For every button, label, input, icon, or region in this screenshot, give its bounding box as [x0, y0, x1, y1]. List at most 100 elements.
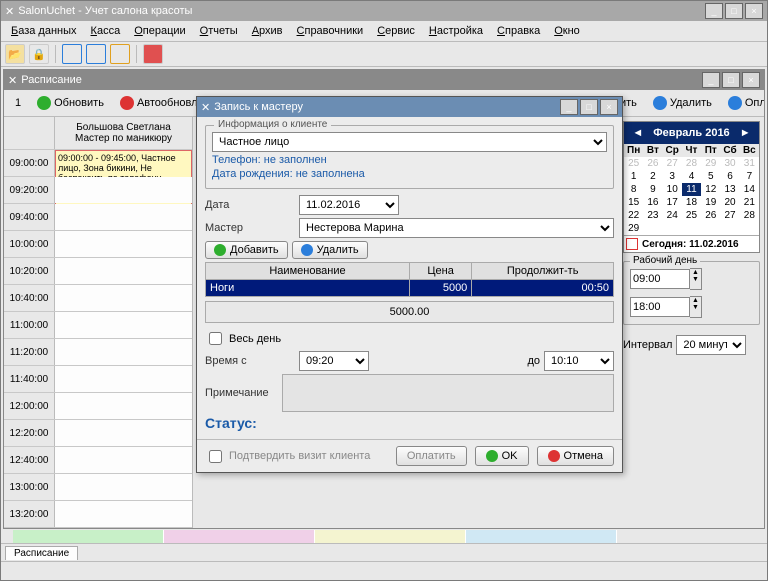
- schedule-cell[interactable]: [55, 204, 192, 230]
- menu-item[interactable]: База данных: [5, 23, 83, 39]
- cal-day[interactable]: 3: [663, 170, 682, 183]
- cal-day[interactable]: 27: [720, 209, 739, 222]
- cal-day[interactable]: 16: [643, 196, 662, 209]
- spin-up[interactable]: ▲: [690, 269, 701, 276]
- dlg-close[interactable]: ×: [600, 99, 618, 115]
- menu-item[interactable]: Окно: [548, 23, 586, 39]
- cal-prev[interactable]: ◄: [628, 127, 647, 139]
- sub-close[interactable]: ×: [742, 72, 760, 88]
- cal-day[interactable]: 20: [720, 196, 739, 209]
- refresh-btn[interactable]: Обновить: [30, 93, 111, 113]
- interval-select[interactable]: 20 минут: [676, 335, 746, 355]
- spin-up[interactable]: ▲: [690, 297, 701, 304]
- schedule-cell[interactable]: [55, 366, 192, 392]
- cal-day[interactable]: 28: [682, 157, 701, 170]
- timeto-select[interactable]: 10:10: [544, 351, 614, 371]
- cal-day[interactable]: 9: [643, 183, 662, 196]
- cal-day[interactable]: 29: [624, 222, 643, 235]
- cal-day[interactable]: [682, 222, 701, 235]
- svc-add-btn[interactable]: Добавить: [205, 241, 288, 259]
- cal-day[interactable]: 11: [682, 183, 701, 196]
- cal-day[interactable]: [701, 222, 720, 235]
- cal-day[interactable]: 19: [701, 196, 720, 209]
- workday-from[interactable]: ▲▼: [630, 268, 753, 290]
- allday-check[interactable]: [209, 332, 222, 345]
- cal-day[interactable]: 4: [682, 170, 701, 183]
- cal-day[interactable]: 15: [624, 196, 643, 209]
- cal-day[interactable]: [740, 222, 759, 235]
- spin-down[interactable]: ▼: [690, 276, 701, 283]
- schedule-cell[interactable]: [55, 231, 192, 257]
- schedule-cell[interactable]: [55, 393, 192, 419]
- cal-day[interactable]: 30: [720, 157, 739, 170]
- menu-item[interactable]: Касса: [85, 23, 127, 39]
- workday-to[interactable]: ▲▼: [630, 296, 753, 318]
- cal-day[interactable]: [720, 222, 739, 235]
- cal-day[interactable]: 13: [720, 183, 739, 196]
- menu-item[interactable]: Справочники: [291, 23, 370, 39]
- schedule-cell[interactable]: [55, 177, 192, 203]
- schedule-cell[interactable]: [55, 420, 192, 446]
- schedule-cell[interactable]: [55, 447, 192, 473]
- schedule-cell[interactable]: [55, 312, 192, 338]
- cal-next[interactable]: ►: [736, 127, 755, 139]
- cal-day[interactable]: 21: [740, 196, 759, 209]
- sub-maximize[interactable]: □: [722, 72, 740, 88]
- lock-icon[interactable]: 🔒: [29, 44, 49, 64]
- schedule-cell[interactable]: 09:00:00 - 09:45:00, Частное лицо, Зона …: [55, 150, 192, 176]
- cal-day[interactable]: 10: [663, 183, 682, 196]
- cal-day[interactable]: [643, 222, 662, 235]
- dlg-min[interactable]: _: [560, 99, 578, 115]
- dlg-cancel-btn[interactable]: Отмена: [537, 446, 614, 466]
- cal-day[interactable]: 17: [663, 196, 682, 209]
- schedule-cell[interactable]: [55, 501, 192, 527]
- maximize-btn[interactable]: □: [725, 3, 743, 19]
- menu-item[interactable]: Операции: [128, 23, 191, 39]
- svc-del-btn[interactable]: Удалить: [292, 241, 368, 259]
- schedule-cell[interactable]: [55, 258, 192, 284]
- schedule-cell[interactable]: [55, 339, 192, 365]
- note-field[interactable]: [282, 374, 614, 412]
- cal-day[interactable]: 2: [643, 170, 662, 183]
- cal-day[interactable]: 6: [720, 170, 739, 183]
- menu-item[interactable]: Справка: [491, 23, 546, 39]
- menu-item[interactable]: Сервис: [371, 23, 421, 39]
- cal-day[interactable]: 31: [740, 157, 759, 170]
- workday-to-input[interactable]: [630, 297, 690, 317]
- cal-day[interactable]: 18: [682, 196, 701, 209]
- page-tab[interactable]: 1: [8, 94, 28, 112]
- cal-day[interactable]: 23: [643, 209, 662, 222]
- cal-day[interactable]: 1: [624, 170, 643, 183]
- calendar-footer[interactable]: Сегодня: 11.02.2016: [624, 235, 759, 252]
- cal-day[interactable]: 7: [740, 170, 759, 183]
- window-icon-1[interactable]: [62, 44, 82, 64]
- pay-btn[interactable]: Оплатить: [721, 93, 764, 113]
- cal-day[interactable]: 25: [624, 157, 643, 170]
- close-btn[interactable]: ×: [745, 3, 763, 19]
- spin-down[interactable]: ▼: [690, 304, 701, 311]
- client-type-select[interactable]: Частное лицо: [212, 132, 607, 152]
- cal-day[interactable]: 26: [643, 157, 662, 170]
- schedule-cell[interactable]: [55, 474, 192, 500]
- cal-day[interactable]: 5: [701, 170, 720, 183]
- schedule-cell[interactable]: [55, 285, 192, 311]
- dlg-max[interactable]: □: [580, 99, 598, 115]
- window-icon-2[interactable]: [86, 44, 106, 64]
- cal-day[interactable]: 26: [701, 209, 720, 222]
- cal-day[interactable]: 22: [624, 209, 643, 222]
- minimize-btn[interactable]: _: [705, 3, 723, 19]
- date-select[interactable]: 11.02.2016: [299, 195, 399, 215]
- menu-item[interactable]: Архив: [246, 23, 289, 39]
- cal-day[interactable]: 14: [740, 183, 759, 196]
- cal-day[interactable]: 8: [624, 183, 643, 196]
- cal-day[interactable]: 27: [663, 157, 682, 170]
- confirm-check[interactable]: [209, 450, 222, 463]
- dlg-ok-btn[interactable]: OK: [475, 446, 529, 466]
- cal-day[interactable]: 12: [701, 183, 720, 196]
- cal-day[interactable]: 28: [740, 209, 759, 222]
- delete-btn[interactable]: Удалить: [646, 93, 719, 113]
- cal-day[interactable]: 24: [663, 209, 682, 222]
- cal-day[interactable]: [663, 222, 682, 235]
- service-row[interactable]: Ноги 5000 00:50: [206, 280, 614, 297]
- menu-item[interactable]: Настройка: [423, 23, 489, 39]
